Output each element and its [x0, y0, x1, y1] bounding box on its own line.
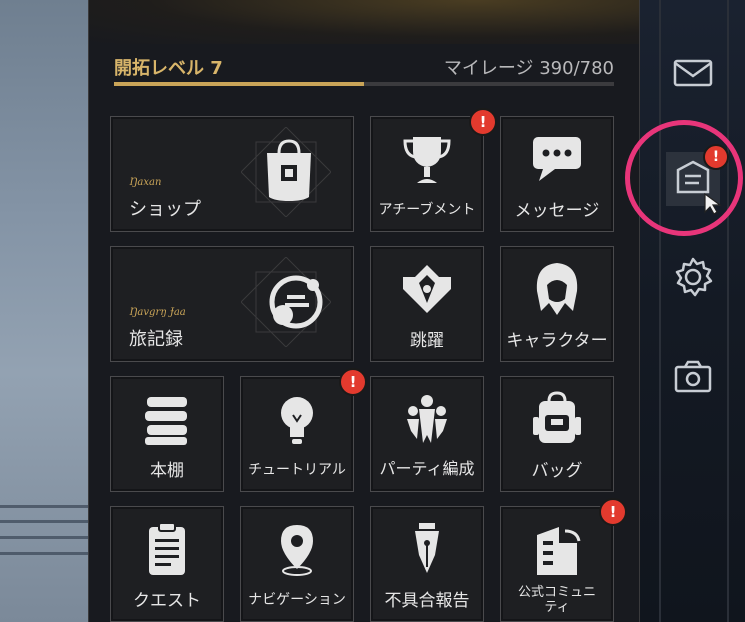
trailblaze-level: 開拓レベル 7 [114, 58, 223, 79]
mail-button[interactable] [666, 46, 720, 100]
mileage-readout: マイレージ 390/780 [443, 58, 614, 79]
level-row: 開拓レベル 7 マイレージ 390/780 [114, 52, 614, 80]
warp-button[interactable]: 跳躍 [370, 246, 484, 362]
bug-report-button[interactable]: 不具合報告 [370, 506, 484, 622]
bug-report-label: 不具合報告 [384, 591, 470, 611]
quest-button[interactable]: クエスト [110, 506, 224, 622]
settings-button[interactable] [666, 250, 720, 304]
map-pin-icon [281, 525, 313, 576]
building-icon [537, 527, 581, 575]
book-stack-icon [145, 397, 187, 445]
achievement-label: アチーブメント [378, 202, 476, 218]
community-button[interactable]: 公式コミュニ ティ [500, 506, 614, 622]
phone-menu-panel: 開拓レベル 7 マイレージ 390/780 Ŋaxan ショップ アチーブメント… [88, 0, 640, 622]
tutorial-label: チュートリアル [248, 462, 346, 478]
mail-icon [673, 59, 713, 87]
character-button[interactable]: キャラクター [500, 246, 614, 362]
gear-icon [675, 257, 713, 297]
bag-button[interactable]: バッグ [500, 376, 614, 492]
sidebar-divider [659, 0, 661, 622]
navigation-label: ナビゲーション [248, 592, 346, 608]
character-head-icon [536, 263, 578, 315]
shop-label: ショップ [129, 199, 201, 220]
community-alert-badge: ! [599, 498, 627, 526]
travel-log-button[interactable]: Ŋavgrŋ Ɉaa 旅記録 [110, 246, 354, 362]
lightbulb-icon [281, 397, 313, 444]
party-label: パーティ編成 [379, 459, 475, 478]
shopping-bag-icon [267, 139, 311, 201]
backpack-icon [533, 391, 581, 443]
quest-label: クエスト [133, 591, 201, 611]
chat-bubble-icon [533, 137, 581, 181]
bookshelf-label: 本棚 [150, 461, 184, 481]
achievement-button[interactable]: アチーブメント [370, 116, 484, 232]
sidebar-divider [727, 0, 729, 622]
community-label-line1: 公式コミュニ [517, 585, 596, 600]
warp-label: 跳躍 [410, 331, 444, 351]
party-group-icon [407, 395, 447, 443]
camera-icon [674, 360, 712, 393]
navigation-button[interactable]: ナビゲーション [240, 506, 354, 622]
camera-button[interactable] [666, 350, 720, 404]
party-button[interactable]: パーティ編成 [370, 376, 484, 492]
community-label-line2: ティ [544, 600, 570, 615]
clipboard-icon [149, 522, 185, 575]
travel-log-label: 旅記録 [129, 329, 183, 350]
tutorial-alert-badge: ! [339, 368, 367, 396]
shop-button[interactable]: Ŋaxan ショップ [110, 116, 354, 232]
mileage-progress-fill [114, 82, 364, 86]
message-label: メッセージ [514, 201, 600, 221]
trophy-icon [403, 137, 451, 183]
message-button[interactable]: メッセージ [500, 116, 614, 232]
warp-flower-icon [403, 265, 451, 313]
highlight-circle [625, 120, 743, 236]
community-label: 公式コミュニ ティ [501, 585, 613, 615]
mileage-progress-bar [114, 82, 614, 86]
pen-nib-icon [415, 523, 439, 573]
travel-log-subtitle: Ŋavgrŋ Ɉaa [129, 307, 186, 318]
tutorial-button[interactable]: チュートリアル [240, 376, 354, 492]
bookshelf-button[interactable]: 本棚 [110, 376, 224, 492]
achievement-alert-badge: ! [469, 108, 497, 136]
shop-subtitle: Ŋaxan [129, 177, 162, 188]
orbit-log-icon [269, 275, 323, 329]
bag-label: バッグ [531, 461, 583, 481]
character-label: キャラクター [506, 331, 608, 351]
background-scenery [0, 0, 90, 622]
panel-header-art [89, 0, 639, 44]
